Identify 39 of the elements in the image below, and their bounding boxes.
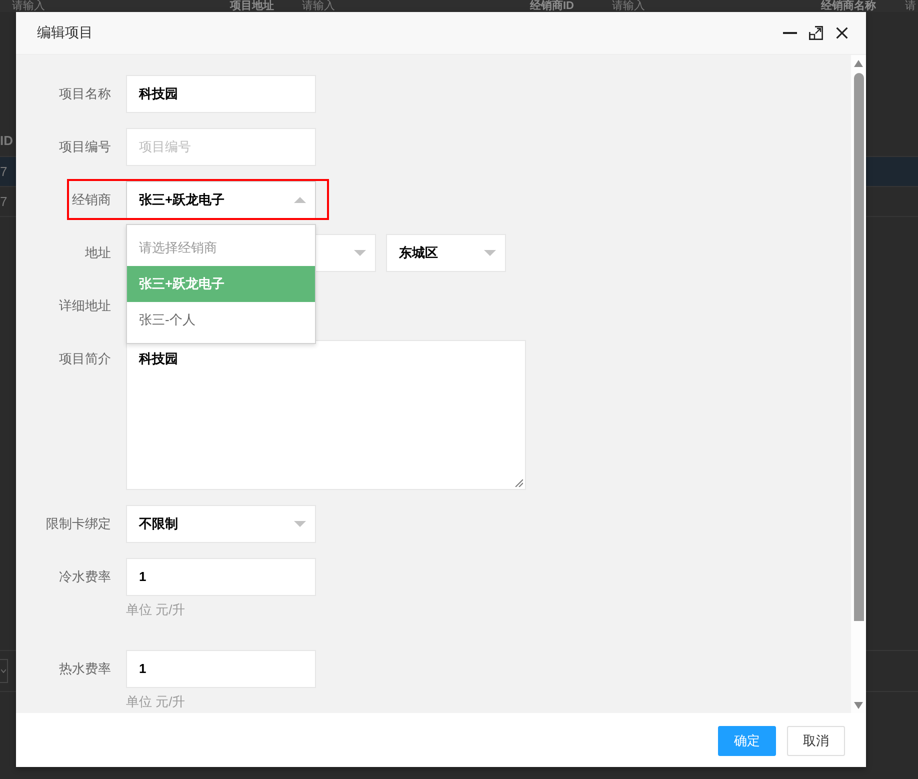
- field-label: 经销商: [71, 191, 111, 209]
- column-header: ID: [0, 133, 13, 148]
- input-field[interactable]: 科技园: [126, 75, 316, 113]
- filter-input[interactable]: 请输入: [600, 0, 790, 12]
- filter-label: 项目地址: [230, 0, 274, 12]
- scroll-up-icon[interactable]: [854, 60, 863, 67]
- field-label: 地址: [84, 244, 111, 262]
- filter-input[interactable]: 请输入: [0, 0, 200, 12]
- field-label: 项目编号: [58, 138, 111, 156]
- scrollbar-thumb[interactable]: [854, 73, 864, 621]
- field-label: 冷水费率: [58, 568, 111, 586]
- unit-hint: 单位 元/升: [126, 693, 186, 711]
- table-cell: 7: [0, 164, 8, 179]
- caret-icon: [1, 669, 6, 673]
- dropdown-option[interactable]: 张三-个人: [127, 302, 315, 338]
- select-field[interactable]: 张三+跃龙电子: [126, 181, 316, 219]
- resize-handle-icon[interactable]: [515, 479, 523, 487]
- maximize-icon[interactable]: [809, 26, 823, 40]
- textarea-field[interactable]: 科技园: [126, 340, 526, 490]
- input-field[interactable]: 1: [126, 558, 316, 596]
- scrollbar-track[interactable]: [851, 55, 866, 713]
- unit-hint: 单位 元/升: [126, 601, 186, 619]
- page-size-select[interactable]: [0, 659, 8, 683]
- filter-input[interactable]: 请输入: [290, 0, 490, 12]
- filter-input[interactable]: 请: [893, 0, 918, 12]
- cancel-button[interactable]: 取消: [787, 726, 845, 756]
- input-field[interactable]: 1: [126, 650, 316, 688]
- scroll-down-icon[interactable]: [854, 702, 863, 709]
- field-label: 详细地址: [58, 297, 111, 315]
- select-field[interactable]: 东城区: [386, 234, 506, 272]
- table-cell: 7: [0, 194, 8, 209]
- field-label: 限制卡绑定: [45, 515, 111, 533]
- field-label: 项目名称: [58, 85, 111, 103]
- select-field[interactable]: 不限制: [126, 505, 316, 543]
- field-label: 热水费率: [58, 660, 111, 678]
- textarea-text: 科技园: [139, 351, 178, 366]
- dialog-title: 编辑项目: [37, 24, 93, 42]
- close-icon[interactable]: [836, 27, 848, 39]
- field-label: 项目简介: [58, 350, 111, 368]
